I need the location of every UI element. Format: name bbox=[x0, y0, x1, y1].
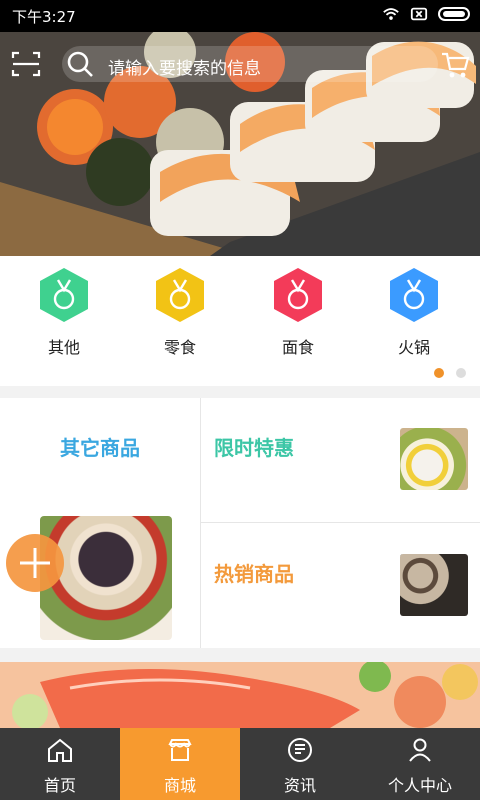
battery-icon bbox=[438, 7, 470, 21]
category-label: 其他 bbox=[47, 338, 80, 357]
search-placeholder: 请输入要搜索的信息 bbox=[108, 59, 261, 79]
search-icon bbox=[67, 51, 93, 77]
medal-icon bbox=[40, 268, 88, 322]
status-icons bbox=[382, 6, 472, 22]
limited-offer-image[interactable] bbox=[400, 428, 468, 490]
store-icon bbox=[168, 739, 192, 761]
tab-label: 资讯 bbox=[283, 776, 316, 795]
divider bbox=[200, 522, 480, 523]
hot-products-title[interactable]: 热销商品 bbox=[214, 558, 294, 587]
news-icon bbox=[288, 738, 312, 762]
tab-news[interactable]: 资讯 bbox=[240, 728, 360, 800]
status-bar: 下午3:27 bbox=[0, 0, 480, 32]
carousel-dot[interactable] bbox=[456, 368, 466, 378]
tab-store[interactable]: 商城 bbox=[120, 728, 240, 800]
carousel-indicator bbox=[434, 368, 466, 378]
hot-products-image[interactable] bbox=[400, 554, 468, 616]
status-time: 下午3:27 bbox=[12, 8, 76, 26]
category-label: 零食 bbox=[163, 338, 196, 357]
tab-label: 商城 bbox=[163, 776, 196, 795]
tab-label: 首页 bbox=[43, 776, 76, 795]
search-bar: 请输入要搜索的信息 bbox=[0, 32, 480, 100]
wifi-icon bbox=[383, 8, 399, 20]
other-products-title[interactable]: 其它商品 bbox=[0, 432, 200, 461]
salmon-image bbox=[0, 662, 480, 728]
limited-offer-title[interactable]: 限时特惠 bbox=[214, 432, 294, 461]
plus-icon bbox=[20, 548, 50, 578]
medal-icon bbox=[390, 268, 438, 322]
add-button[interactable] bbox=[6, 534, 64, 592]
tab-profile[interactable]: 个人中心 bbox=[360, 728, 480, 800]
tab-home[interactable]: 首页 bbox=[0, 728, 120, 800]
category-grid: 其他 零食 面食 火锅 bbox=[0, 256, 480, 386]
tab-label: 个人中心 bbox=[387, 776, 452, 795]
medal-icon bbox=[156, 268, 204, 322]
promo-section: 其它商品 限时特惠 热销商品 bbox=[0, 398, 480, 648]
carousel-dot-active[interactable] bbox=[434, 368, 444, 378]
category-item[interactable]: 面食 bbox=[258, 266, 338, 358]
scan-icon[interactable] bbox=[10, 48, 42, 80]
category-label: 火锅 bbox=[397, 338, 430, 357]
category-item[interactable]: 零食 bbox=[140, 266, 220, 358]
category-item[interactable]: 火锅 bbox=[374, 266, 454, 358]
food-banner[interactable] bbox=[0, 662, 480, 728]
category-label: 面食 bbox=[281, 338, 314, 357]
divider bbox=[200, 398, 201, 648]
user-icon bbox=[409, 738, 431, 762]
no-sim-icon bbox=[410, 7, 428, 21]
category-item[interactable]: 其他 bbox=[24, 266, 104, 358]
medal-icon bbox=[274, 268, 322, 322]
home-icon bbox=[48, 738, 72, 762]
bottom-tab-bar: 首页 商城 资讯 个人中心 bbox=[0, 728, 480, 800]
cart-icon[interactable] bbox=[440, 50, 470, 80]
